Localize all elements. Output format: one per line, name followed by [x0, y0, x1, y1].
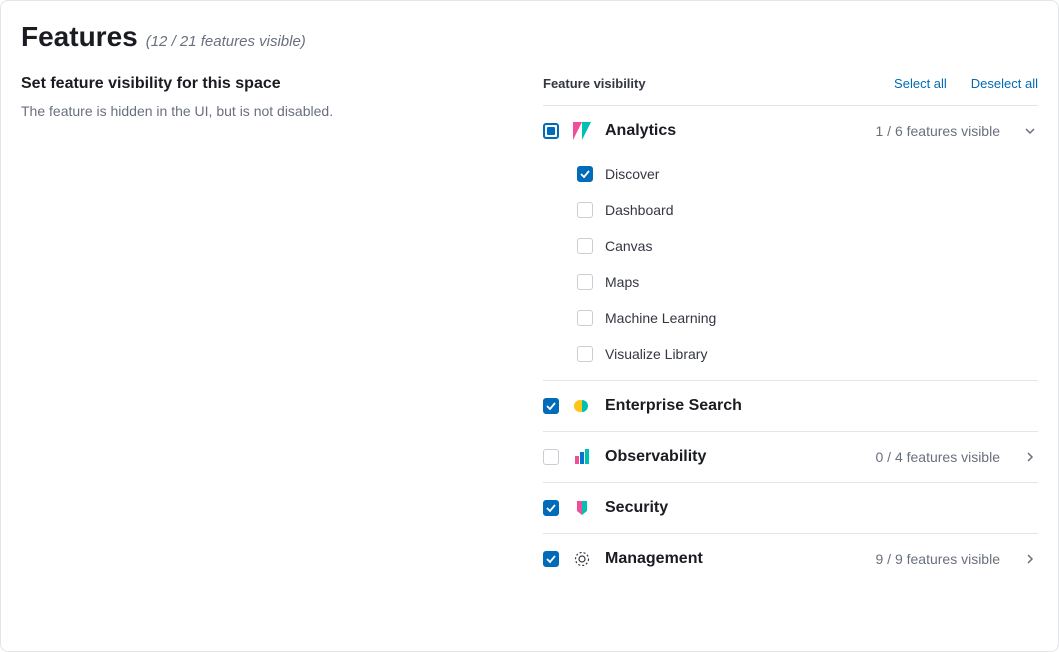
analytics-subitems: Discover Dashboard Canvas Maps — [543, 156, 1038, 380]
right-column: Feature visibility Select all Deselect a… — [543, 21, 1038, 631]
chevron-right-icon — [1022, 551, 1038, 567]
category-observability[interactable]: Observability 0 / 4 features visible — [543, 432, 1038, 482]
page-title: Features — [21, 21, 138, 53]
viz-checkbox[interactable] — [577, 346, 593, 362]
enterprise-search-name: Enterprise Search — [605, 397, 1038, 415]
observability-count: 0 / 4 features visible — [875, 449, 1000, 465]
category-management[interactable]: Management 9 / 9 features visible — [543, 534, 1038, 584]
discover-label: Discover — [605, 166, 659, 182]
visibility-header: Feature visibility Select all Deselect a… — [543, 76, 1038, 91]
canvas-checkbox[interactable] — [577, 238, 593, 254]
observability-name: Observability — [605, 448, 861, 466]
subtitle: Set feature visibility for this space — [21, 75, 527, 93]
left-column: Features (12 / 21 features visible) Set … — [21, 21, 543, 631]
observability-icon — [573, 448, 591, 466]
analytics-count: 1 / 6 features visible — [875, 123, 1000, 139]
category-analytics[interactable]: Analytics 1 / 6 features visible — [543, 106, 1038, 156]
sub-viz: Visualize Library — [543, 336, 1038, 372]
ml-checkbox[interactable] — [577, 310, 593, 326]
canvas-label: Canvas — [605, 238, 652, 254]
sub-discover: Discover — [543, 156, 1038, 192]
management-name: Management — [605, 550, 861, 568]
features-visible-count: (12 / 21 features visible) — [146, 33, 306, 50]
analytics-name: Analytics — [605, 122, 861, 140]
gear-icon — [573, 550, 591, 568]
viz-label: Visualize Library — [605, 346, 707, 362]
analytics-checkbox[interactable] — [543, 123, 559, 139]
select-all-button[interactable]: Select all — [894, 76, 947, 91]
enterprise-search-icon — [573, 397, 591, 415]
sub-canvas: Canvas — [543, 228, 1038, 264]
title-row: Features (12 / 21 features visible) — [21, 21, 527, 53]
ml-label: Machine Learning — [605, 310, 716, 326]
analytics-icon — [573, 122, 591, 140]
dashboard-checkbox[interactable] — [577, 202, 593, 218]
security-icon — [573, 499, 591, 517]
dashboard-label: Dashboard — [605, 202, 674, 218]
maps-label: Maps — [605, 274, 639, 290]
observability-checkbox[interactable] — [543, 449, 559, 465]
category-enterprise-search[interactable]: Enterprise Search — [543, 381, 1038, 431]
security-name: Security — [605, 499, 1038, 517]
sub-dashboard: Dashboard — [543, 192, 1038, 228]
category-security[interactable]: Security — [543, 483, 1038, 533]
enterprise-search-checkbox[interactable] — [543, 398, 559, 414]
sub-ml: Machine Learning — [543, 300, 1038, 336]
management-checkbox[interactable] — [543, 551, 559, 567]
sub-maps: Maps — [543, 264, 1038, 300]
management-count: 9 / 9 features visible — [875, 551, 1000, 567]
features-panel: Features (12 / 21 features visible) Set … — [0, 0, 1059, 652]
chevron-right-icon — [1022, 449, 1038, 465]
security-checkbox[interactable] — [543, 500, 559, 516]
deselect-all-button[interactable]: Deselect all — [971, 76, 1038, 91]
maps-checkbox[interactable] — [577, 274, 593, 290]
description: The feature is hidden in the UI, but is … — [21, 103, 527, 119]
visibility-label: Feature visibility — [543, 76, 870, 91]
discover-checkbox[interactable] — [577, 166, 593, 182]
chevron-down-icon — [1022, 123, 1038, 139]
